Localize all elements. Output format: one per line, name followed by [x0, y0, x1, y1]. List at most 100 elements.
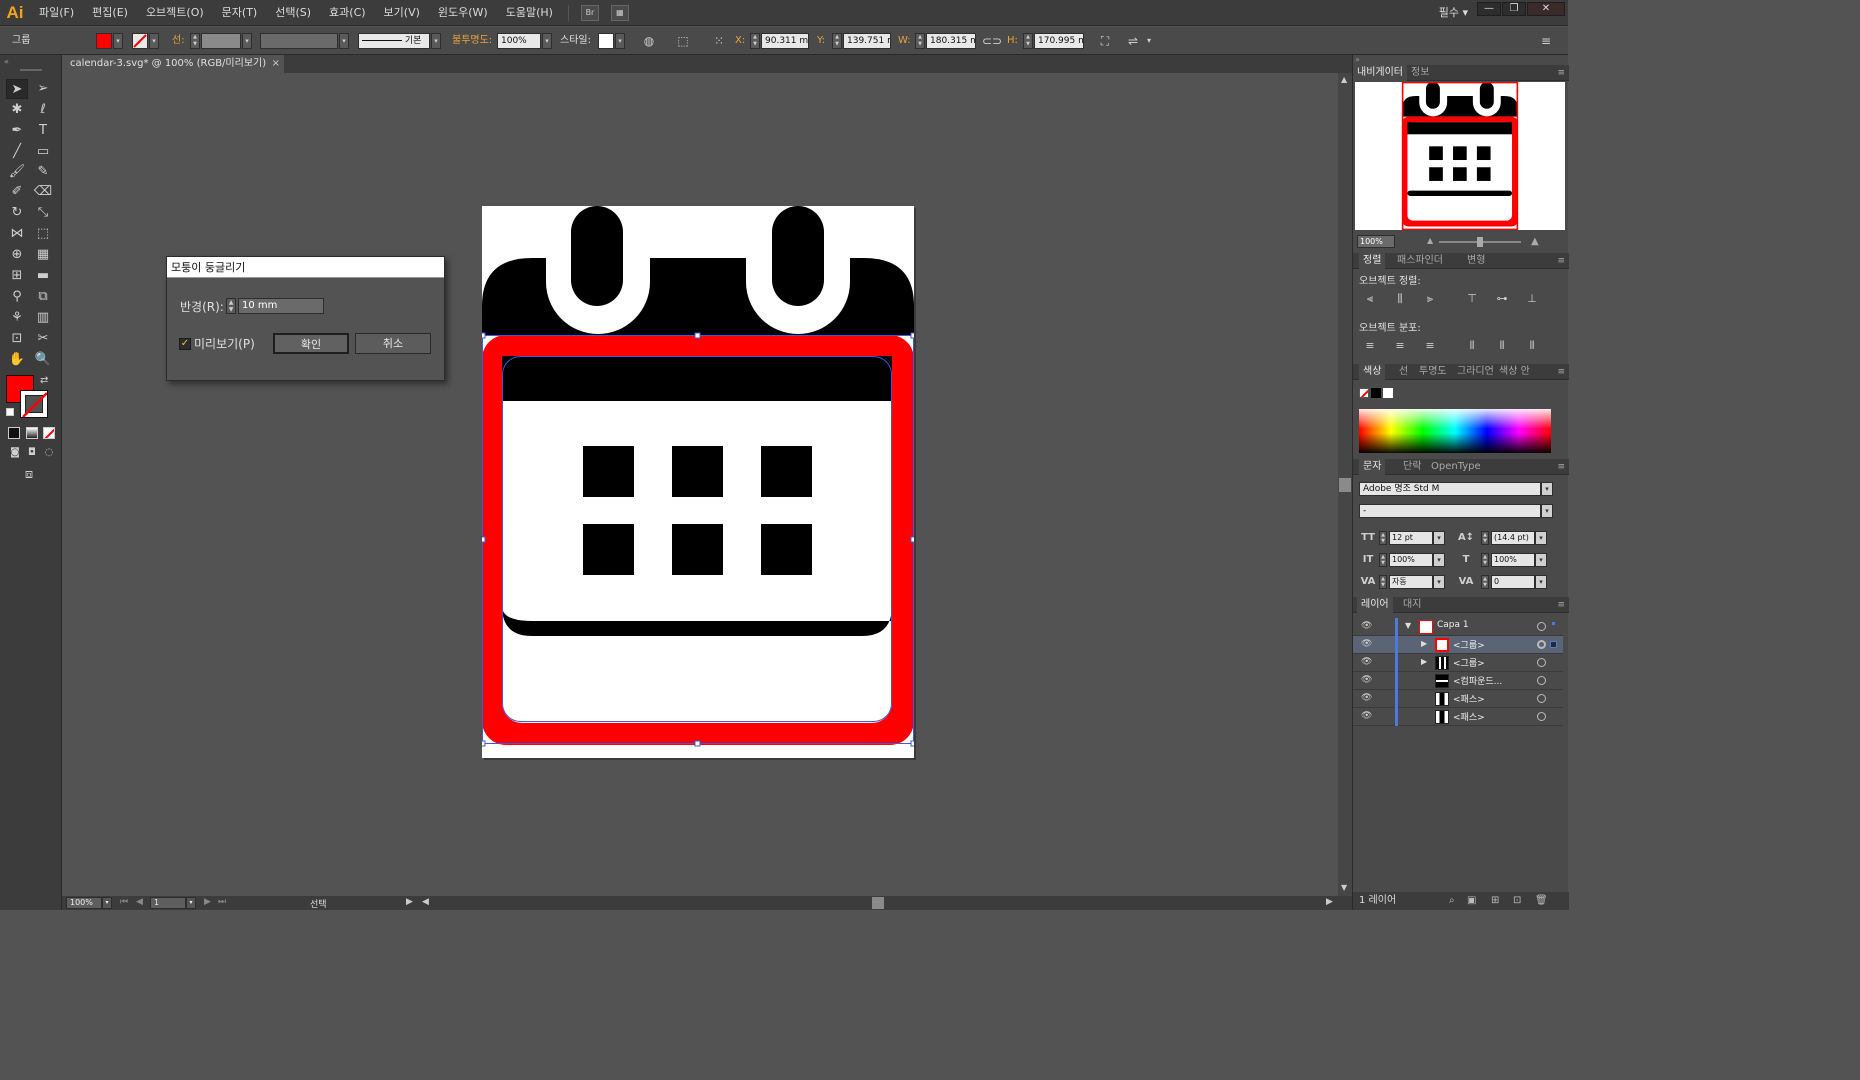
h-spinner[interactable]: ▲ ▼: [1023, 33, 1033, 49]
layer-selected-indicator[interactable]: [1550, 641, 1557, 648]
draw-inside-icon[interactable]: ◌: [38, 443, 60, 463]
artboard-dropdown[interactable]: ▾: [186, 897, 196, 909]
tab-info[interactable]: 정보: [1407, 65, 1433, 81]
default-colors-icon[interactable]: [6, 408, 14, 416]
layers-menu-icon[interactable]: ≡: [1557, 597, 1565, 613]
black-swatch[interactable]: [1371, 388, 1381, 398]
width-tool-icon[interactable]: ⋈: [6, 224, 28, 244]
kerning-input[interactable]: 자동: [1389, 575, 1433, 589]
line-tool-icon[interactable]: ╱: [6, 142, 28, 162]
blob-brush-tool-icon[interactable]: ✐: [6, 182, 28, 202]
ok-button[interactable]: 확인: [273, 333, 349, 354]
menu-window[interactable]: 윈도우(W): [429, 0, 497, 26]
graphic-style-swatch[interactable]: [598, 33, 614, 49]
kerning-dropdown[interactable]: ▾: [1433, 575, 1445, 589]
layer-target-icon[interactable]: [1537, 676, 1546, 685]
menu-effect[interactable]: 효과(C): [320, 0, 375, 26]
opacity-dropdown[interactable]: ▾: [542, 33, 552, 49]
menu-edit[interactable]: 편집(E): [83, 0, 137, 26]
tab-color[interactable]: 색상: [1359, 364, 1386, 380]
x-spinner[interactable]: ▲ ▼: [750, 33, 760, 49]
menu-file[interactable]: 파일(F): [30, 0, 83, 26]
layer-target-icon[interactable]: [1537, 658, 1546, 667]
expand-triangle-icon[interactable]: ▶: [1421, 657, 1427, 666]
graphic-style-dropdown[interactable]: ▾: [615, 33, 625, 49]
rectangle-tool-icon[interactable]: ▭: [32, 142, 54, 162]
tracking-spinner[interactable]: ▲ ▼: [1481, 575, 1489, 589]
visibility-eye-icon[interactable]: 👁: [1361, 621, 1372, 631]
none-swatch[interactable]: [1359, 388, 1369, 398]
rotate-tool-icon[interactable]: ↻: [6, 203, 28, 223]
transform-icon[interactable]: ⛶: [1096, 32, 1114, 50]
layer-row-compound[interactable]: 👁 <컴파운드...: [1353, 672, 1563, 690]
layer-row-capa[interactable]: 👁 ▼ Capa 1: [1353, 618, 1563, 636]
distribute-top-icon[interactable]: ≡: [1361, 338, 1379, 354]
distribute-vcenter-icon[interactable]: ≡: [1391, 338, 1409, 354]
tab-artboards[interactable]: 대지: [1399, 597, 1425, 613]
layer-target-icon[interactable]: [1537, 622, 1546, 631]
align-to-icon[interactable]: ⬚: [674, 32, 692, 50]
stroke-dropdown[interactable]: ▾: [149, 33, 159, 49]
artboard-number-input[interactable]: 1: [150, 897, 186, 909]
free-transform-tool-icon[interactable]: ⬚: [32, 224, 54, 244]
layer-name[interactable]: <그룹>: [1453, 638, 1485, 651]
vertical-scale-spinner[interactable]: ▲ ▼: [1379, 553, 1387, 567]
canvas-area[interactable]: [62, 73, 1338, 896]
navigator-zoom-input[interactable]: 100%: [1357, 235, 1395, 248]
x-input[interactable]: 90.311 mm: [761, 33, 809, 49]
font-size-input[interactable]: 12 pt: [1389, 531, 1433, 545]
paintbrush-tool-icon[interactable]: 🖌: [6, 162, 28, 182]
workspace-switcher[interactable]: 필수 ▾: [1439, 0, 1468, 26]
layer-name[interactable]: <패스>: [1453, 710, 1485, 723]
tab-paragraph[interactable]: 단락: [1399, 459, 1425, 475]
stroke-weight-dropdown[interactable]: ▾: [242, 33, 252, 49]
vertical-scale-dropdown[interactable]: ▾: [1433, 553, 1445, 567]
restore-button[interactable]: ❐: [1502, 2, 1526, 16]
artboard[interactable]: [482, 206, 914, 758]
stroke-weight-spinner[interactable]: ▲ ▼: [190, 33, 200, 49]
y-spinner[interactable]: ▲ ▼: [832, 33, 842, 49]
leading-input[interactable]: (14.4 pt): [1491, 531, 1535, 545]
tab-navigator[interactable]: 내비게이터: [1353, 65, 1407, 81]
symbol-sprayer-tool-icon[interactable]: ⚘: [6, 308, 28, 328]
menu-type[interactable]: 문자(T): [213, 0, 267, 26]
scroll-down-icon[interactable]: ▼: [1341, 883, 1347, 892]
cancel-button[interactable]: 취소: [355, 333, 431, 354]
brush-definition[interactable]: 기본: [358, 33, 430, 49]
layer-name[interactable]: Capa 1: [1437, 620, 1469, 630]
minimize-button[interactable]: —: [1477, 2, 1501, 16]
tab-gradient[interactable]: 그라디언: [1453, 364, 1498, 380]
scroll-left-icon[interactable]: ◀: [422, 897, 429, 907]
visibility-eye-icon[interactable]: 👁: [1361, 639, 1372, 649]
stroke-weight-input[interactable]: [201, 33, 241, 49]
font-family-select[interactable]: Adobe 명조 Std M: [1359, 482, 1541, 496]
w-input[interactable]: 180.315 mm: [926, 33, 976, 49]
type-tool-icon[interactable]: T: [32, 121, 54, 141]
align-vcenter-icon[interactable]: ⊶: [1493, 291, 1511, 307]
zoom-level-input[interactable]: 100%: [66, 897, 102, 909]
tab-pathfinder[interactable]: 패스파인더: [1393, 253, 1447, 269]
zoom-out-icon[interactable]: ▲: [1427, 236, 1433, 245]
align-bottom-icon[interactable]: ⊥: [1523, 291, 1541, 307]
opacity-label[interactable]: 불투명도:: [452, 33, 492, 49]
document-tab[interactable]: calendar-3.svg* @ 100% (RGB/미리보기) ×: [62, 55, 284, 73]
stroke-color-swatch[interactable]: [132, 33, 148, 49]
variable-width-profile[interactable]: [260, 33, 338, 49]
horizontal-scale-dropdown[interactable]: ▾: [1535, 553, 1547, 567]
align-left-icon[interactable]: ⫷: [1361, 291, 1379, 307]
font-size-spinner[interactable]: ▲ ▼: [1379, 531, 1387, 545]
recolor-artwork-icon[interactable]: ◍: [640, 32, 658, 50]
scroll-right-icon[interactable]: ▶: [1326, 897, 1333, 907]
radius-input[interactable]: 10 mm: [238, 298, 324, 314]
magic-wand-tool-icon[interactable]: ✱: [6, 100, 28, 120]
scale-tool-icon[interactable]: ⤡: [32, 203, 54, 223]
align-menu-icon[interactable]: ≡: [1557, 253, 1565, 269]
layer-row-group[interactable]: 👁 ▶ <그룹>: [1353, 654, 1563, 672]
pen-tool-icon[interactable]: ✒: [6, 121, 28, 141]
artboard-tool-icon[interactable]: ⊡: [6, 329, 28, 349]
menu-view[interactable]: 보기(V): [375, 0, 429, 26]
first-artboard-icon[interactable]: ⏮: [120, 897, 128, 907]
color-mode-icon[interactable]: [8, 427, 20, 439]
font-size-dropdown[interactable]: ▾: [1433, 531, 1445, 545]
bridge-button[interactable]: Br: [580, 4, 599, 21]
